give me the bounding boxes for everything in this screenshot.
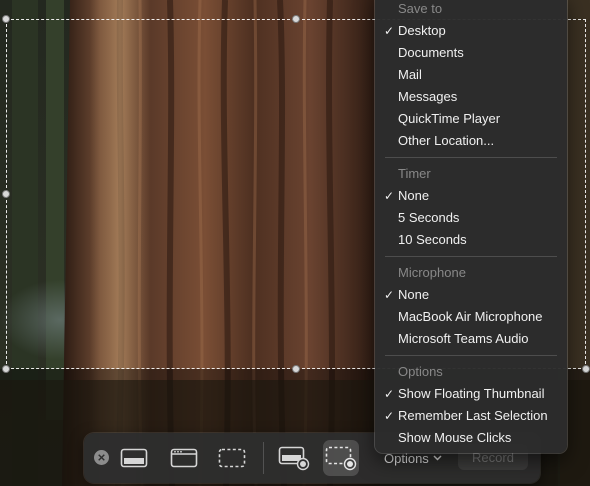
menu-item-documents[interactable]: Documents — [375, 42, 567, 64]
menu-item-remember-last-selection[interactable]: ✓ Remember Last Selection — [375, 405, 567, 427]
menu-item-timer-none[interactable]: ✓ None — [375, 185, 567, 207]
selection-handle-top-center[interactable] — [292, 15, 300, 23]
selection-handle-bottom-right[interactable] — [582, 365, 590, 373]
menu-item-microphone-none[interactable]: ✓ None — [375, 284, 567, 306]
capture-entire-screen-icon — [120, 448, 148, 468]
menu-item-quicktime-player[interactable]: QuickTime Player — [375, 108, 567, 130]
menu-item-microsoft-teams-audio[interactable]: Microsoft Teams Audio — [375, 328, 567, 350]
toolbar-divider — [263, 442, 264, 474]
menu-separator — [385, 157, 557, 158]
capture-selection-icon — [218, 448, 246, 468]
checkmark-icon: ✓ — [384, 288, 395, 302]
checkmark-icon: ✓ — [384, 409, 395, 423]
menu-item-other-location[interactable]: Other Location... — [375, 130, 567, 152]
capture-window-button[interactable] — [166, 440, 202, 476]
menu-item-show-floating-thumbnail[interactable]: ✓ Show Floating Thumbnail — [375, 383, 567, 405]
menu-item-desktop[interactable]: ✓ Desktop — [375, 20, 567, 42]
selection-handle-bottom-left[interactable] — [2, 365, 10, 373]
menu-item-mail[interactable]: Mail — [375, 64, 567, 86]
menu-item-timer-5-seconds[interactable]: 5 Seconds — [375, 207, 567, 229]
selection-handle-bottom-center[interactable] — [292, 365, 300, 373]
checkmark-icon: ✓ — [384, 189, 395, 203]
record-selection-button[interactable] — [323, 440, 359, 476]
capture-window-icon — [170, 448, 198, 468]
menu-item-show-mouse-clicks[interactable]: Show Mouse Clicks — [375, 427, 567, 449]
options-dropdown-menu: Save to ✓ Desktop Documents Mail Message… — [375, 0, 567, 453]
record-entire-screen-button[interactable] — [276, 440, 312, 476]
menu-separator — [385, 355, 557, 356]
close-button[interactable] — [94, 450, 109, 465]
selection-handle-middle-left[interactable] — [2, 190, 10, 198]
menu-item-macbook-air-microphone[interactable]: MacBook Air Microphone — [375, 306, 567, 328]
record-selection-icon — [325, 446, 357, 471]
capture-selection-button[interactable] — [214, 440, 250, 476]
chevron-down-icon — [433, 455, 442, 461]
capture-entire-screen-button[interactable] — [116, 440, 152, 476]
checkmark-icon: ✓ — [384, 387, 395, 401]
menu-separator — [385, 256, 557, 257]
menu-section-header: Save to — [398, 1, 443, 16]
selection-handle-top-left[interactable] — [2, 15, 10, 23]
menu-section-header: Options — [398, 364, 443, 379]
record-entire-screen-icon — [278, 446, 310, 471]
close-icon — [98, 454, 105, 461]
menu-section-header: Timer — [398, 166, 431, 181]
menu-section-header: Microphone — [398, 265, 466, 280]
checkmark-icon: ✓ — [384, 24, 395, 38]
menu-item-messages[interactable]: Messages — [375, 86, 567, 108]
menu-item-timer-10-seconds[interactable]: 10 Seconds — [375, 229, 567, 251]
